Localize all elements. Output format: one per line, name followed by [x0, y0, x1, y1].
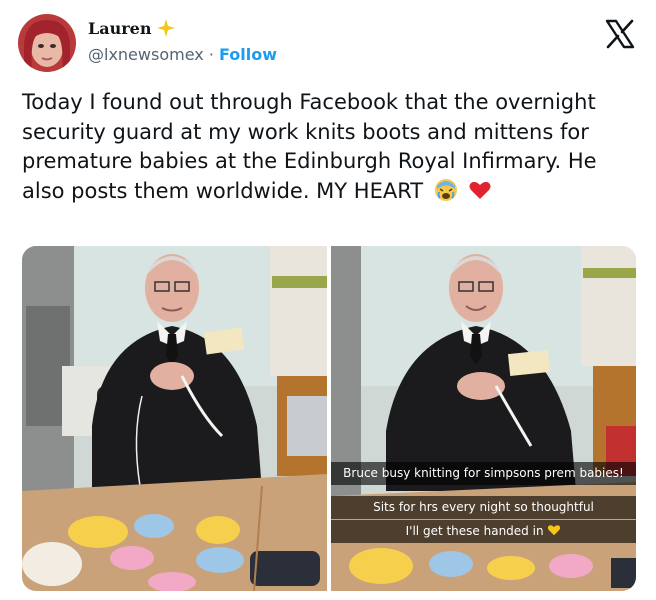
tweet-body: Today I found out through Facebook that …	[22, 90, 597, 203]
separator-dot: ·	[208, 45, 214, 64]
photo-caption-text: I'll get these handed in	[405, 524, 544, 538]
avatar[interactable]	[18, 14, 76, 72]
photo-caption: Sits for hrs every night so thoughtful	[331, 496, 636, 519]
author-display-name[interactable]: Lauren	[88, 19, 152, 38]
tweet-card: Lauren @lxnewsomex · Follow Today I foun…	[0, 0, 656, 600]
photo-right[interactable]: Bruce busy knitting for simpsons prem ba…	[331, 246, 636, 591]
author-handle[interactable]: @lxnewsomex	[88, 45, 204, 64]
yellow-heart-icon	[547, 523, 561, 537]
photo-caption: Bruce busy knitting for simpsons prem ba…	[331, 462, 636, 485]
photo-caption: I'll get these handed in	[331, 520, 636, 543]
author-handle-row: @lxnewsomex · Follow	[88, 45, 277, 64]
tweet-text: Today I found out through Facebook that …	[22, 88, 642, 206]
x-logo-icon[interactable]	[604, 18, 636, 50]
sparkle-icon	[156, 18, 176, 38]
media-grid[interactable]: Bruce busy knitting for simpsons prem ba…	[22, 246, 636, 591]
red-heart-icon	[468, 178, 492, 202]
photo-left[interactable]	[22, 246, 327, 591]
crying-face-icon	[434, 178, 458, 202]
author-name-row: Lauren	[88, 18, 176, 38]
follow-button[interactable]: Follow	[219, 45, 277, 64]
